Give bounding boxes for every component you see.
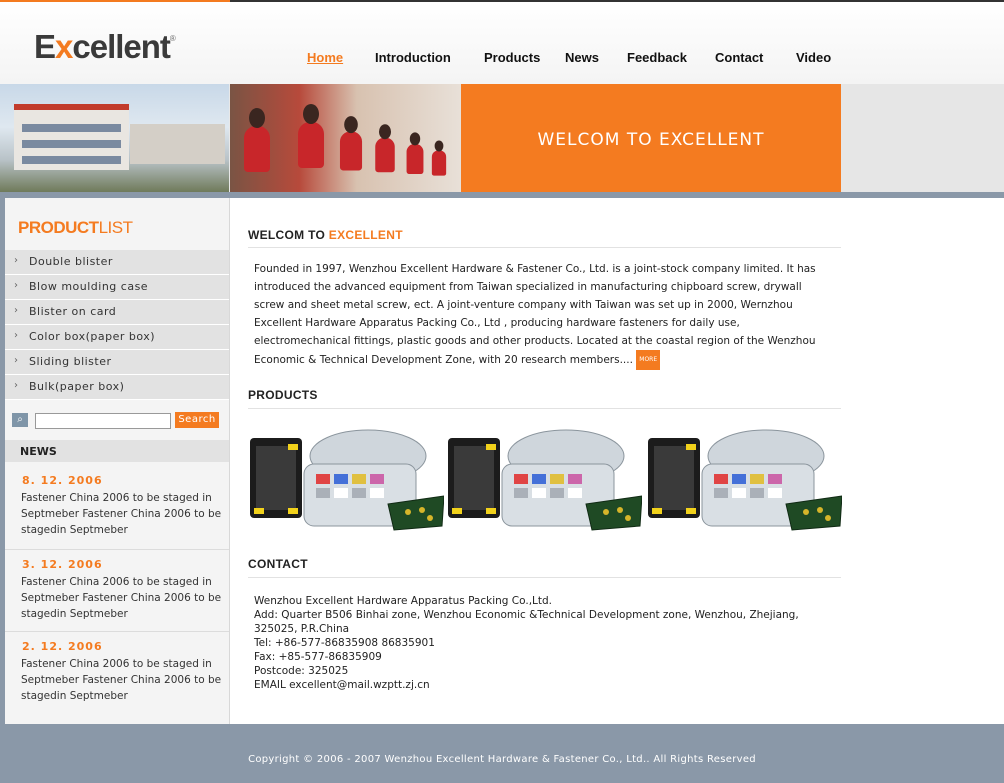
category-blow-moulding-case[interactable]: › Blow moulding case	[5, 275, 229, 300]
nav-introduction[interactable]: Introduction	[375, 50, 451, 65]
news-date: 2. 12. 2006	[22, 640, 103, 653]
search-button[interactable]: Search	[175, 412, 219, 428]
news-text[interactable]: Fastener China 2006 to be staged in Sept…	[21, 656, 226, 704]
contact-email[interactable]: EMAIL excellent@mail.wzptt.zj.cn	[254, 678, 844, 692]
chevron-right-icon: ›	[14, 330, 18, 341]
news-text[interactable]: Fastener China 2006 to be staged in Sept…	[21, 574, 226, 622]
contact-fax: Fax: +85-577-86835909	[254, 651, 382, 663]
category-color-box[interactable]: › Color box(paper box)	[5, 325, 229, 350]
company-logo[interactable]: Excellent®	[34, 28, 176, 66]
site-footer: Copyright © 2006 - 2007 Wenzhou Excellen…	[0, 724, 1004, 783]
welcome-banner-text: WELCOM TO EXCELLENT	[537, 130, 765, 150]
banner-filler	[841, 84, 1004, 192]
contact-company: Wenzhou Excellent Hardware Apparatus Pac…	[254, 595, 553, 607]
contact-section-title: CONTACT	[248, 557, 308, 571]
site-header: Excellent® Home Introduction Products Ne…	[0, 2, 1004, 84]
nav-contact[interactable]: Contact	[715, 50, 763, 65]
nav-products[interactable]: Products	[484, 50, 540, 65]
sidebar: PRODUCTLIST › Double blister › Blow mouldi…	[5, 198, 230, 724]
product-list-title: PRODUCTLIST	[18, 218, 133, 237]
product-image[interactable]	[646, 426, 843, 534]
contact-postcode: Postcode: 325025	[254, 665, 349, 677]
product-image[interactable]	[446, 426, 643, 534]
category-double-blister[interactable]: › Double blister	[5, 250, 229, 275]
chevron-right-icon: ›	[14, 380, 18, 391]
welcome-banner: WELCOM TO EXCELLENT	[461, 84, 841, 192]
news-heading: NEWS	[5, 440, 229, 462]
category-sliding-blister[interactable]: › Sliding blister	[5, 350, 229, 375]
chevron-right-icon: ›	[14, 305, 18, 316]
about-text: Founded in 1997, Wenzhou Excellent Hardw…	[254, 260, 834, 370]
welcome-section-title: WELCOM TO EXCELLENT	[248, 228, 403, 242]
chevron-right-icon: ›	[14, 255, 18, 266]
contact-info: Wenzhou Excellent Hardware Apparatus Pac…	[254, 594, 844, 692]
news-date: 3. 12. 2006	[22, 558, 103, 571]
contact-address-cont: 325025, P.R.China	[254, 623, 350, 635]
chevron-right-icon: ›	[14, 355, 18, 366]
main-content: WELCOM TO EXCELLENT Founded in 1997, Wen…	[230, 198, 1004, 724]
factory-workers-photo	[230, 84, 461, 192]
search-icon: ⌕	[12, 413, 28, 427]
copyright-text: Copyright © 2006 - 2007 Wenzhou Excellen…	[248, 754, 756, 765]
factory-building-photo	[0, 84, 229, 192]
hero-banner: WELCOM TO EXCELLENT	[0, 84, 1004, 192]
category-bulk[interactable]: › Bulk(paper box)	[5, 375, 229, 400]
contact-tel: Tel: +86-577-86835908 86835901	[254, 637, 435, 649]
nav-video[interactable]: Video	[796, 50, 831, 65]
nav-home[interactable]: Home	[307, 50, 343, 65]
news-date: 8. 12. 2006	[22, 474, 103, 487]
nav-feedback[interactable]: Feedback	[627, 50, 687, 65]
more-button[interactable]: MORE	[636, 350, 661, 370]
contact-address: Add: Quarter B506 Binhai zone, Wenzhou E…	[254, 609, 799, 621]
search-input[interactable]	[35, 413, 171, 429]
product-image[interactable]	[248, 426, 445, 534]
news-text[interactable]: Fastener China 2006 to be staged in Sept…	[21, 490, 226, 538]
category-blister-on-card[interactable]: › Blister on card	[5, 300, 229, 325]
chevron-right-icon: ›	[14, 280, 18, 291]
products-section-title: PRODUCTS	[248, 388, 318, 402]
nav-news[interactable]: News	[565, 50, 599, 65]
